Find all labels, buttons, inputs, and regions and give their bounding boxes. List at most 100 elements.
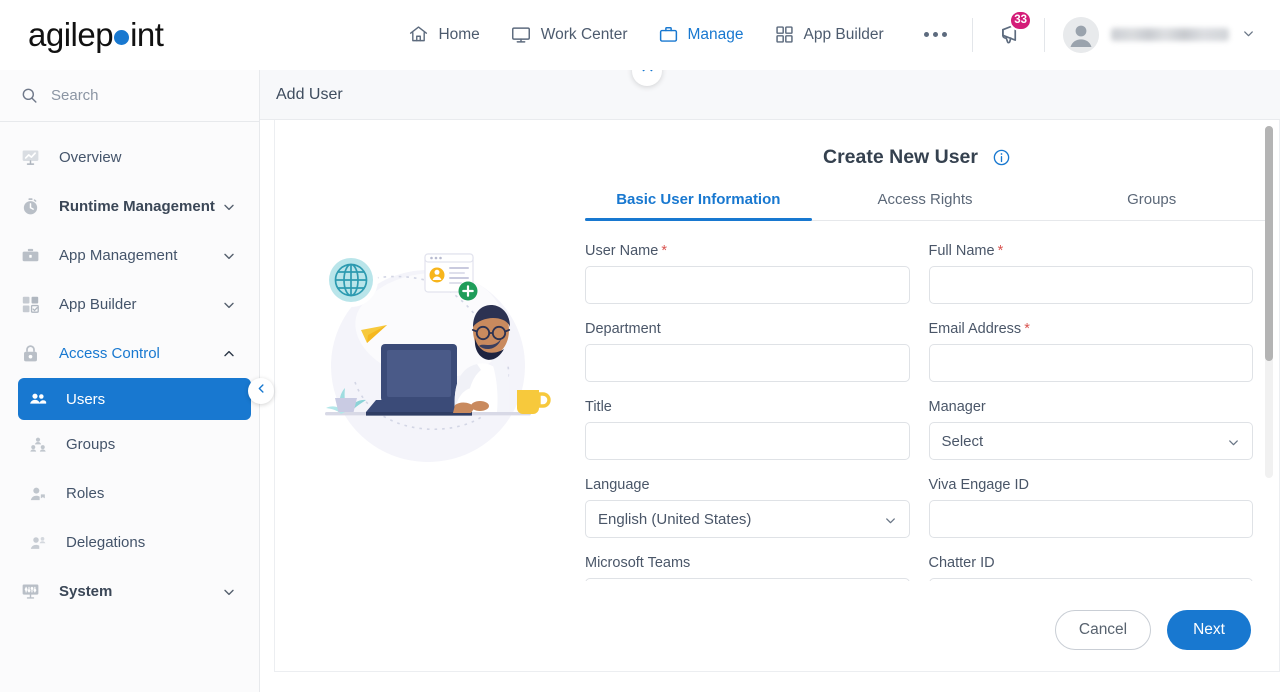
grid-icon — [774, 24, 795, 45]
search-input[interactable] — [51, 87, 231, 104]
required-marker: * — [661, 243, 667, 259]
tab-access-rights[interactable]: Access Rights — [812, 191, 1039, 220]
chevron-up-icon[interactable] — [221, 346, 237, 362]
form-scrollbar[interactable] — [1265, 126, 1273, 478]
manager-select[interactable]: Select — [928, 422, 1253, 460]
label-viva-engage-id: Viva Engage ID — [928, 477, 1030, 493]
nav-label-manage: Manage — [687, 25, 744, 43]
top-bar: agilep int Home Work Center Manage App B… — [0, 0, 1280, 70]
sidebar-item-runtime-management[interactable]: Runtime Management — [0, 182, 259, 231]
sidebar-nav-list: Overview Runtime Management App Manageme… — [0, 122, 259, 616]
email-address-input[interactable] — [928, 344, 1253, 382]
agilepoint-logo[interactable]: agilep int — [28, 15, 164, 54]
create-user-card: Create New User Basic User Information A… — [274, 120, 1280, 672]
sidebar-item-access-control[interactable]: Access Control — [0, 329, 259, 378]
nav-item-home[interactable]: Home — [408, 24, 480, 45]
avatar — [1063, 16, 1099, 53]
briefcase-icon — [658, 24, 679, 45]
label-title: Title — [585, 399, 612, 415]
sidebar-item-roles[interactable]: Roles — [0, 469, 259, 518]
search-icon — [20, 86, 39, 105]
role-user-icon — [28, 484, 54, 504]
viva-engage-id-input[interactable] — [928, 500, 1253, 538]
user-name-input[interactable] — [585, 266, 910, 304]
sidebar-label-app-management: App Management — [59, 247, 178, 264]
user-menu[interactable] — [1063, 16, 1256, 53]
title-input[interactable] — [585, 422, 910, 460]
panel-header: Add User — [260, 56, 1280, 120]
more-options-icon[interactable] — [923, 32, 947, 37]
chevron-down-icon[interactable] — [1241, 26, 1256, 44]
sidebar-item-system[interactable]: System — [0, 567, 259, 616]
sidebar-label-groups: Groups — [66, 436, 116, 453]
full-name-input[interactable] — [928, 266, 1253, 304]
scrollbar-thumb[interactable] — [1265, 126, 1273, 361]
users-icon — [28, 389, 54, 409]
label-chatter-id: Chatter ID — [928, 555, 995, 571]
required-marker: * — [1024, 321, 1030, 337]
chevron-down-icon[interactable] — [221, 297, 237, 313]
label-full-name: Full Name * — [929, 243, 1254, 259]
sidebar-item-app-builder[interactable]: App Builder — [0, 280, 259, 329]
label-language: Language — [585, 477, 650, 493]
chevron-down-icon[interactable] — [221, 248, 237, 264]
top-bar-right: 33 — [972, 0, 1280, 69]
logo-dot-icon — [114, 29, 130, 45]
form-title-row: Create New User — [585, 146, 1279, 169]
lock-icon — [20, 343, 46, 364]
next-button[interactable]: Next — [1167, 610, 1251, 650]
chevron-down-icon[interactable] — [221, 584, 237, 600]
chevron-down-icon[interactable] — [221, 199, 237, 215]
language-select[interactable]: English (United States) — [585, 500, 910, 538]
nav-item-work-center[interactable]: Work Center — [510, 24, 628, 46]
field-viva-engage-id: Viva Engage ID — [928, 477, 1253, 538]
department-input[interactable] — [585, 344, 910, 382]
sidebar-item-groups[interactable]: Groups — [0, 420, 259, 469]
cancel-button[interactable]: Cancel — [1055, 610, 1151, 650]
nav-label-work-center: Work Center — [540, 25, 628, 43]
field-email-address: Email Address * — [928, 321, 1253, 382]
sidebar-label-access-control: Access Control — [59, 345, 160, 362]
sidebar-item-overview[interactable]: Overview — [0, 133, 259, 182]
label-text: Full Name — [928, 243, 995, 259]
field-title: Title — [585, 399, 910, 460]
chevron-left-icon — [255, 382, 268, 400]
group-tree-icon — [28, 435, 54, 455]
field-full-name: Full Name * — [928, 243, 1254, 304]
announcement-badge: 33 — [1009, 9, 1032, 31]
sidebar-label-users: Users — [66, 390, 106, 408]
sidebar-item-users[interactable]: Users — [18, 378, 251, 420]
sidebar-item-delegations[interactable]: Delegations — [0, 518, 259, 567]
label-user-name: User Name * — [585, 243, 910, 259]
divider — [1044, 17, 1045, 52]
form-tabs: Basic User Information Access Rights Gro… — [585, 191, 1265, 221]
content-area: Add User Create New User Basic User Info… — [260, 56, 1280, 692]
scroll-fade — [275, 581, 1279, 589]
info-icon[interactable] — [992, 148, 1011, 167]
logo-text-before: agilep — [28, 15, 114, 53]
grid-check-icon — [20, 294, 46, 315]
label-text: User Name — [585, 243, 659, 259]
sidebar-label-overview: Overview — [59, 149, 122, 166]
card-body: Create New User Basic User Information A… — [275, 120, 1279, 589]
briefcase-icon — [20, 245, 46, 266]
system-icon — [20, 581, 46, 602]
sidebar-label-delegations: Delegations — [66, 534, 146, 551]
user-at-laptop-illustration — [275, 120, 585, 589]
tab-groups[interactable]: Groups — [1038, 191, 1265, 220]
nav-item-app-builder[interactable]: App Builder — [774, 24, 884, 45]
sidebar-label-runtime-management: Runtime Management — [59, 198, 215, 215]
sidebar-label-system: System — [59, 583, 113, 600]
tab-basic-user-information[interactable]: Basic User Information — [585, 191, 812, 221]
form-title: Create New User — [823, 146, 978, 168]
collapse-sidebar-button[interactable] — [248, 378, 274, 404]
nav-item-manage[interactable]: Manage — [658, 24, 744, 45]
label-microsoft-teams: Microsoft Teams — [585, 555, 691, 571]
sidebar-search[interactable] — [0, 70, 259, 122]
overview-chart-icon — [20, 147, 46, 168]
label-manager: Manager — [928, 399, 986, 415]
field-manager: Manager Select — [928, 399, 1253, 460]
sidebar-item-app-management[interactable]: App Management — [0, 231, 259, 280]
delegation-icon — [28, 533, 54, 553]
announcements-button[interactable]: 33 — [995, 9, 1032, 51]
